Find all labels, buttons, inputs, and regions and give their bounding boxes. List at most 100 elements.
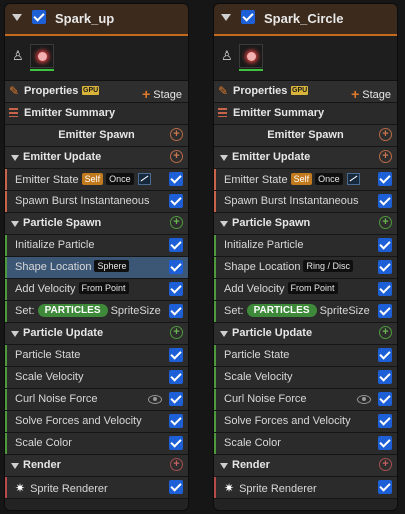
- emitter-enable-checkbox[interactable]: [241, 10, 255, 24]
- render-section[interactable]: Render +: [5, 455, 188, 477]
- module-emitter-state[interactable]: Emitter State Self Once: [5, 169, 188, 191]
- module-enable-checkbox[interactable]: [378, 436, 392, 450]
- module-sprite-renderer[interactable]: ✷ Sprite Renderer: [214, 477, 397, 499]
- module-enable-checkbox[interactable]: [378, 172, 392, 186]
- module-enable-checkbox[interactable]: [378, 260, 392, 274]
- collapse-triangle-icon[interactable]: [11, 221, 19, 227]
- module-sprite-renderer[interactable]: ✷ Sprite Renderer: [5, 477, 188, 499]
- module-initialize-particle[interactable]: Initialize Particle: [214, 235, 397, 257]
- particle-spawn-section[interactable]: Particle Spawn +: [5, 213, 188, 235]
- add-module-icon[interactable]: +: [170, 150, 183, 163]
- particle-spawn-section[interactable]: Particle Spawn +: [214, 213, 397, 235]
- add-module-icon[interactable]: +: [170, 326, 183, 339]
- collapse-triangle-icon[interactable]: [220, 221, 228, 227]
- add-module-icon[interactable]: +: [379, 458, 392, 471]
- module-enable-checkbox[interactable]: [378, 348, 392, 362]
- module-scale-velocity[interactable]: Scale Velocity: [214, 367, 397, 389]
- preview-thumbnail-icon[interactable]: [239, 44, 263, 68]
- emitter-update-label: Emitter Update: [23, 151, 102, 163]
- module-enable-checkbox[interactable]: [169, 392, 183, 406]
- module-enable-checkbox[interactable]: [378, 282, 392, 296]
- module-enable-checkbox[interactable]: [169, 238, 183, 252]
- module-set-parameter[interactable]: Set: PARTICLES SpriteSize: [214, 301, 397, 323]
- module-spawn-burst[interactable]: Spawn Burst Instantaneous: [214, 191, 397, 213]
- module-spawn-burst[interactable]: Spawn Burst Instantaneous: [5, 191, 188, 213]
- module-shape-location[interactable]: Shape Location Sphere: [5, 257, 188, 279]
- module-add-velocity[interactable]: Add Velocity From Point: [5, 279, 188, 301]
- module-set-parameter[interactable]: Set: PARTICLES SpriteSize: [5, 301, 188, 323]
- module-enable-checkbox[interactable]: [378, 480, 392, 494]
- emitter-enable-checkbox[interactable]: [32, 10, 46, 24]
- module-enable-checkbox[interactable]: [378, 304, 392, 318]
- emitter-header[interactable]: Spark_up: [5, 4, 188, 36]
- emitter-update-section[interactable]: Emitter Update +: [214, 147, 397, 169]
- emitter-summary-row[interactable]: Emitter Summary: [5, 103, 188, 125]
- module-enable-checkbox[interactable]: [378, 392, 392, 406]
- module-enable-checkbox[interactable]: [169, 260, 183, 274]
- module-enable-checkbox[interactable]: [378, 370, 392, 384]
- module-enable-checkbox[interactable]: [169, 194, 183, 208]
- emitter-update-section[interactable]: Emitter Update +: [5, 147, 188, 169]
- module-scale-velocity[interactable]: Scale Velocity: [5, 367, 188, 389]
- module-add-velocity[interactable]: Add Velocity From Point: [214, 279, 397, 301]
- particle-update-section[interactable]: Particle Update +: [5, 323, 188, 345]
- collapse-triangle-icon[interactable]: [220, 463, 228, 469]
- add-module-icon[interactable]: +: [170, 128, 183, 141]
- collapse-triangle-icon[interactable]: [11, 331, 19, 337]
- add-module-icon[interactable]: +: [170, 216, 183, 229]
- particles-badge: PARTICLES: [246, 304, 317, 317]
- module-enable-checkbox[interactable]: [169, 304, 183, 318]
- module-enable-checkbox[interactable]: [169, 370, 183, 384]
- module-initialize-particle[interactable]: Initialize Particle: [5, 235, 188, 257]
- module-shape-location[interactable]: Shape Location Ring / Disc: [214, 257, 397, 279]
- module-enable-checkbox[interactable]: [169, 348, 183, 362]
- add-module-icon[interactable]: +: [379, 128, 392, 141]
- module-enable-checkbox[interactable]: [169, 414, 183, 428]
- collapse-triangle-icon[interactable]: [11, 463, 19, 469]
- module-solve-forces[interactable]: Solve Forces and Velocity: [214, 411, 397, 433]
- module-particle-state[interactable]: Particle State: [214, 345, 397, 367]
- curve-graph-icon[interactable]: [346, 173, 360, 185]
- module-scale-color[interactable]: Scale Color: [214, 433, 397, 455]
- module-enable-checkbox[interactable]: [169, 282, 183, 296]
- module-enable-checkbox[interactable]: [169, 436, 183, 450]
- eye-icon[interactable]: [148, 395, 162, 404]
- module-label: Spawn Burst Instantaneous: [15, 195, 150, 207]
- add-module-icon[interactable]: +: [379, 216, 392, 229]
- module-particle-state[interactable]: Particle State: [5, 345, 188, 367]
- particle-update-section[interactable]: Particle Update +: [214, 323, 397, 345]
- module-enable-checkbox[interactable]: [169, 172, 183, 186]
- emitter-spawn-section[interactable]: Emitter Spawn +: [214, 125, 397, 147]
- collapse-triangle-icon[interactable]: [12, 14, 22, 21]
- module-enable-checkbox[interactable]: [378, 238, 392, 252]
- add-module-icon[interactable]: +: [379, 150, 392, 163]
- module-curl-noise-force[interactable]: Curl Noise Force: [214, 389, 397, 411]
- module-enable-checkbox[interactable]: [378, 194, 392, 208]
- preview-thumbnail-icon[interactable]: [30, 44, 54, 68]
- collapse-triangle-icon[interactable]: [220, 155, 228, 161]
- emitter-summary-row[interactable]: Emitter Summary: [214, 103, 397, 125]
- module-solve-forces[interactable]: Solve Forces and Velocity: [5, 411, 188, 433]
- emitter-spawn-section[interactable]: Emitter Spawn +: [5, 125, 188, 147]
- pencil-icon: ✎: [9, 84, 20, 98]
- collapse-triangle-icon[interactable]: [221, 14, 231, 21]
- module-curl-noise-force[interactable]: Curl Noise Force: [5, 389, 188, 411]
- add-stage-button[interactable]: + Stage: [142, 85, 182, 102]
- module-emitter-state[interactable]: Emitter State Self Once: [214, 169, 397, 191]
- render-section[interactable]: Render +: [214, 455, 397, 477]
- lock-icon[interactable]: ♙: [221, 48, 233, 64]
- emitter-header[interactable]: Spark_Circle: [214, 4, 397, 36]
- eye-icon[interactable]: [357, 395, 371, 404]
- module-enable-checkbox[interactable]: [169, 480, 183, 494]
- collapse-triangle-icon[interactable]: [220, 331, 228, 337]
- module-scale-color[interactable]: Scale Color: [5, 433, 188, 455]
- collapse-triangle-icon[interactable]: [11, 155, 19, 161]
- module-enable-checkbox[interactable]: [378, 414, 392, 428]
- properties-row[interactable]: ✎ Properties GPU + Stage: [214, 81, 397, 103]
- lock-icon[interactable]: ♙: [12, 48, 24, 64]
- add-stage-button[interactable]: + Stage: [351, 85, 391, 102]
- add-module-icon[interactable]: +: [379, 326, 392, 339]
- curve-graph-icon[interactable]: [137, 173, 151, 185]
- properties-row[interactable]: ✎ Properties GPU + Stage: [5, 81, 188, 103]
- add-module-icon[interactable]: +: [170, 458, 183, 471]
